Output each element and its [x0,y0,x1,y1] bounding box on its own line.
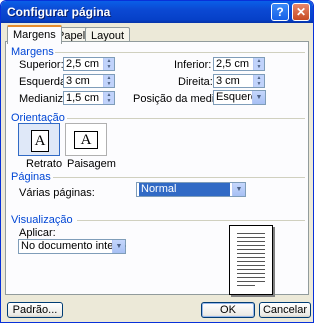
aplicar-label: Aplicar: [19,227,56,239]
page-preview-thumbnail [229,225,273,295]
varias-paginas-value: Normal [139,183,230,196]
landscape-option[interactable]: A [65,123,107,156]
chevron-down-icon[interactable]: ▼ [112,240,125,253]
spin-down-icon[interactable]: ▼ [104,64,114,70]
medianiz-label: Medianiz: [19,93,67,105]
esquerda-value: 3 cm [66,75,90,87]
portrait-option[interactable]: A [18,123,60,156]
landscape-label: Paisagem [67,158,116,170]
superior-value: 2,5 cm [66,58,100,70]
title-bar[interactable]: Configurar página ? ✕ [1,1,313,23]
inferior-spin-arrows[interactable]: ▲ ▼ [253,58,264,70]
medianiz-spin-arrows[interactable]: ▲ ▼ [103,92,114,104]
default-button[interactable]: Padrão... [7,302,63,318]
margins-group-title: Margens [11,46,54,58]
margins-group-divider [55,52,305,53]
preview-group-divider [77,220,305,221]
posicao-medianiz-select[interactable]: Esquerda ▼ [213,90,266,105]
inferior-value: 2,5 cm [216,58,250,70]
pages-group-divider [53,177,305,178]
preview-group-title: Visualização [11,214,73,226]
varias-paginas-label: Várias páginas: [19,187,95,199]
page-setup-dialog: Configurar página ? ✕ Margens Papel Layo… [0,0,314,323]
aplicar-value: No documento inteiro [21,240,126,252]
inferior-label: Inferior: [174,59,212,71]
varias-paginas-select[interactable]: Normal ▼ [136,182,246,197]
esquerda-label: Esquerda: [19,76,70,88]
chevron-down-icon[interactable]: ▼ [252,91,265,104]
direita-spin-arrows[interactable]: ▲ ▼ [253,75,264,87]
direita-value: 3 cm [216,75,240,87]
portrait-label: Retrato [26,158,63,170]
cancel-button[interactable]: Cancelar [259,302,311,318]
direita-label: Direita: [178,76,213,88]
portrait-page-icon: A [31,130,49,152]
spin-down-icon[interactable]: ▼ [254,81,264,87]
landscape-page-icon: A [74,131,98,149]
pages-group-title: Páginas [11,171,51,183]
spin-down-icon[interactable]: ▼ [104,81,114,87]
esquerda-spinbox[interactable]: 3 cm ▲ ▼ [63,74,115,88]
ok-button[interactable]: OK [201,302,255,318]
superior-spin-arrows[interactable]: ▲ ▼ [103,58,114,70]
aplicar-select[interactable]: No documento inteiro ▼ [18,239,126,254]
close-button[interactable]: ✕ [292,3,310,21]
superior-spinbox[interactable]: 2,5 cm ▲ ▼ [63,57,115,71]
orientation-group-divider [67,118,305,119]
tab-margens-label: Margens [13,29,56,41]
tab-margens[interactable]: Margens [7,25,62,44]
spin-down-icon[interactable]: ▼ [104,98,114,104]
spin-down-icon[interactable]: ▼ [254,64,264,70]
inferior-spinbox[interactable]: 2,5 cm ▲ ▼ [213,57,265,71]
esquerda-spin-arrows[interactable]: ▲ ▼ [103,75,114,87]
chevron-down-icon[interactable]: ▼ [232,183,245,196]
medianiz-spinbox[interactable]: 1,5 cm ▲ ▼ [63,91,115,105]
medianiz-value: 1,5 cm [66,92,100,104]
direita-spinbox[interactable]: 3 cm ▲ ▼ [213,74,265,88]
dialog-title: Configurar página [7,5,111,19]
help-button[interactable]: ? [271,3,289,21]
superior-label: Superior: [19,59,64,71]
